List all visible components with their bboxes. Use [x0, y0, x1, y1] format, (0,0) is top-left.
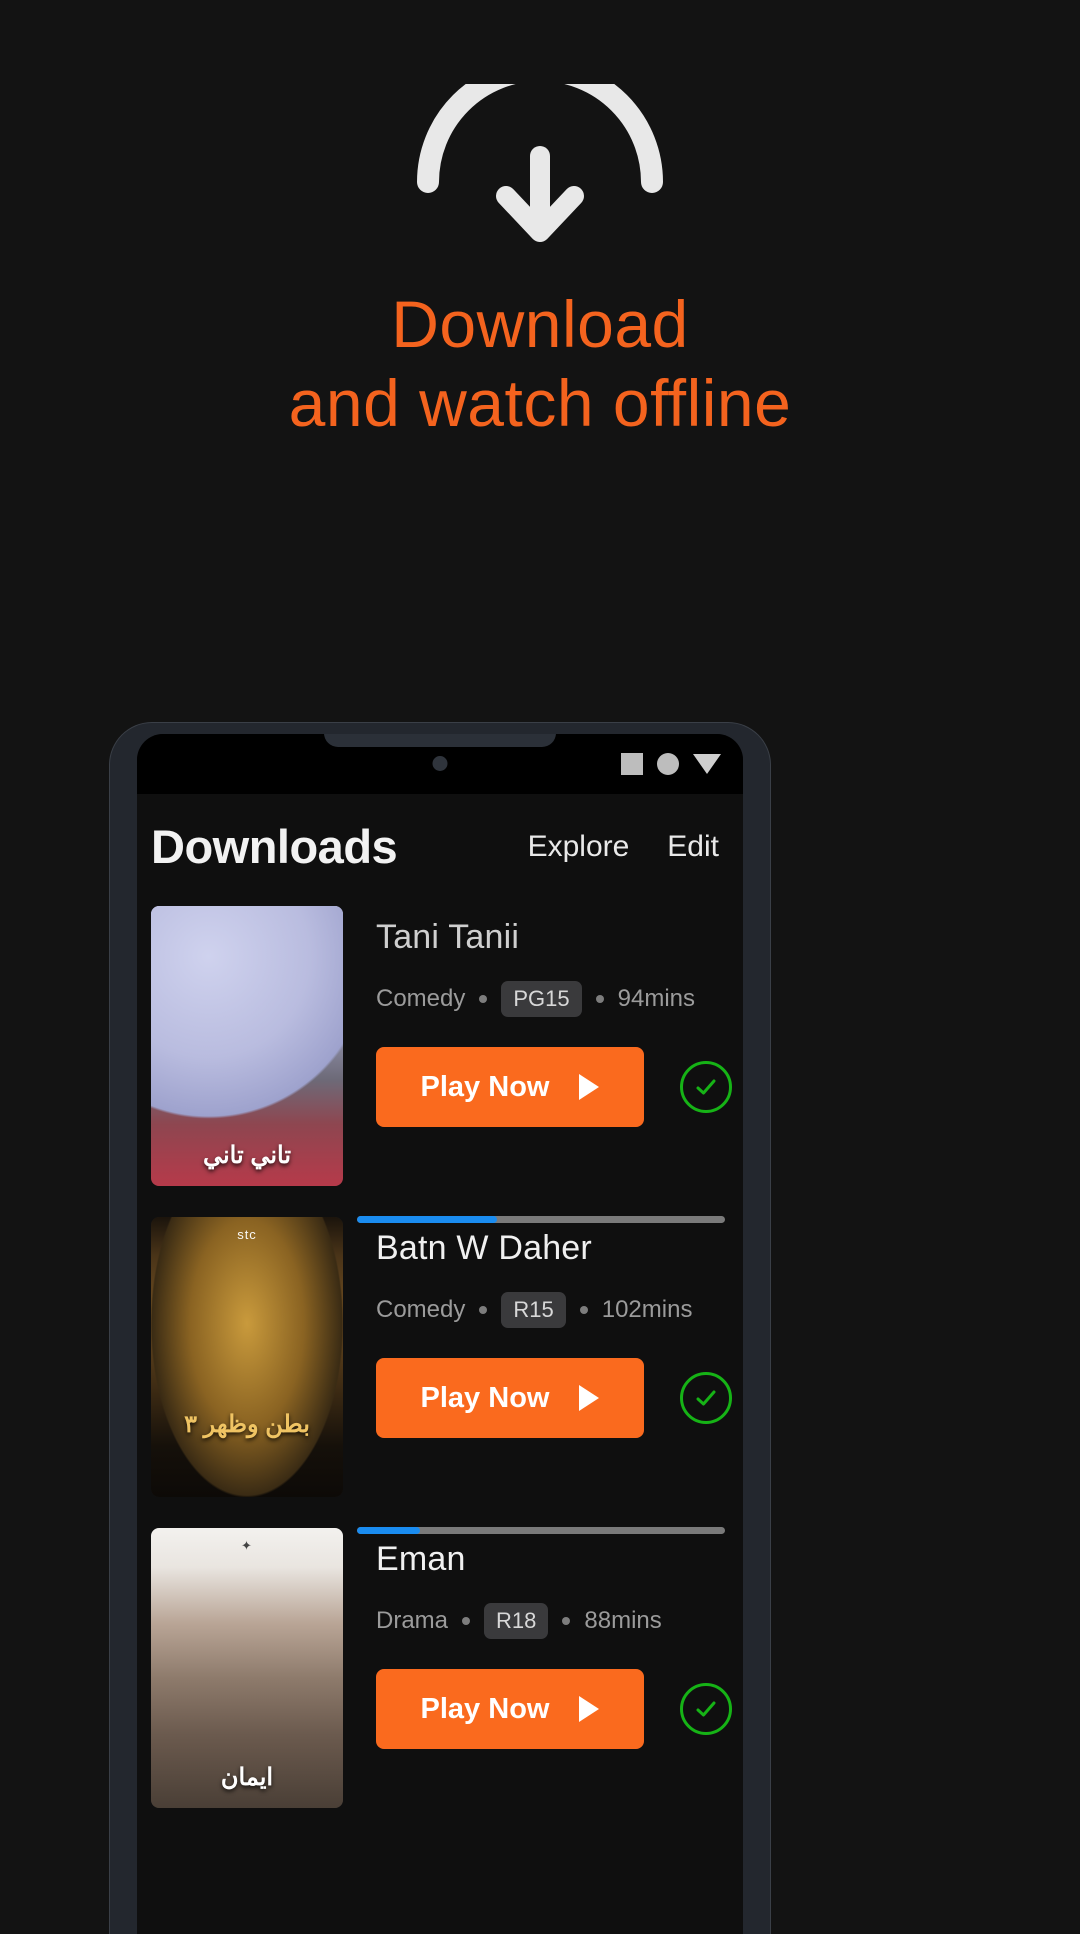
item-title: Tani Tanii	[376, 918, 520, 956]
list-item[interactable]: stc بطن وظهر ٣ Batn W Daher Comedy R15 1…	[137, 1205, 743, 1534]
headline-line-1: Download	[391, 287, 689, 361]
item-duration: 94mins	[617, 985, 696, 1012]
play-now-label: Play Now	[420, 1070, 550, 1103]
downloaded-check-icon	[680, 1683, 732, 1735]
poster-brand-mark: ✦	[241, 1538, 253, 1553]
promo-headline: Download and watch offline	[0, 285, 1080, 443]
circle-icon	[657, 753, 679, 775]
play-now-label: Play Now	[420, 1692, 550, 1725]
separator-dot-icon	[562, 1617, 571, 1625]
app-header: Downloads Explore Edit	[137, 794, 743, 899]
rating-badge: R15	[501, 1292, 566, 1328]
downloaded-check-icon	[680, 1061, 732, 1113]
poster-thumbnail[interactable]: stc بطن وظهر ٣	[151, 1217, 343, 1497]
rating-badge: R18	[484, 1603, 549, 1639]
separator-dot-icon	[479, 995, 488, 1003]
edit-button[interactable]: Edit	[667, 830, 719, 864]
item-actions: Play Now	[376, 1669, 732, 1749]
play-icon	[579, 1696, 600, 1722]
separator-dot-icon	[579, 1306, 588, 1314]
item-metadata: Comedy PG15 94mins	[376, 981, 732, 1017]
item-duration: 102mins	[601, 1296, 693, 1323]
downloaded-check-icon	[680, 1372, 732, 1424]
item-genre: Comedy	[376, 985, 466, 1012]
play-now-button[interactable]: Play Now	[376, 1047, 644, 1127]
play-icon	[579, 1385, 600, 1411]
poster-thumbnail[interactable]: ✦ ايمان	[151, 1528, 343, 1808]
square-icon	[621, 753, 643, 775]
headline-line-2: and watch offline	[288, 366, 792, 441]
separator-dot-icon	[479, 1306, 488, 1314]
phone-screen: Downloads Explore Edit تاني تاني Tani Ta…	[137, 734, 743, 1934]
poster-thumbnail[interactable]: تاني تاني	[151, 906, 343, 1186]
poster-title-overlay: ايمان	[220, 1764, 274, 1791]
front-camera-icon	[432, 756, 448, 771]
phone-mockup: Downloads Explore Edit تاني تاني Tani Ta…	[110, 723, 770, 1934]
poster-artwork	[151, 1217, 343, 1497]
triangle-down-icon	[693, 754, 721, 774]
item-genre: Drama	[376, 1607, 449, 1634]
item-title: Eman	[376, 1540, 466, 1578]
separator-dot-icon	[462, 1617, 471, 1625]
item-actions: Play Now	[376, 1047, 732, 1127]
poster-brand-mark: stc	[237, 1227, 257, 1242]
item-metadata: Comedy R15 102mins	[376, 1292, 732, 1328]
explore-button[interactable]: Explore	[528, 830, 630, 864]
list-item[interactable]: ✦ ايمان Eman Drama R18 88mins Play Now	[137, 1516, 743, 1827]
item-duration: 88mins	[584, 1607, 662, 1634]
notch-pill	[324, 734, 556, 747]
page-title: Downloads	[151, 820, 398, 873]
play-now-label: Play Now	[420, 1381, 550, 1414]
rating-badge: PG15	[501, 981, 582, 1017]
poster-title-overlay: تاني تاني	[202, 1142, 292, 1169]
downloads-list[interactable]: تاني تاني Tani Tanii Comedy PG15 94mins	[137, 894, 743, 1934]
item-title: Batn W Daher	[376, 1229, 592, 1267]
poster-title-overlay: بطن وظهر ٣	[184, 1411, 310, 1438]
item-actions: Play Now	[376, 1358, 732, 1438]
separator-dot-icon	[595, 995, 604, 1003]
status-bar	[137, 734, 743, 794]
item-metadata: Drama R18 88mins	[376, 1603, 732, 1639]
item-genre: Comedy	[376, 1296, 466, 1323]
list-item[interactable]: تاني تاني Tani Tanii Comedy PG15 94mins	[137, 894, 743, 1223]
play-icon	[579, 1074, 600, 1100]
promo-screenshot: Download and watch offline Downloads Exp…	[0, 0, 1080, 1934]
download-arrow-icon	[0, 84, 1080, 244]
play-now-button[interactable]: Play Now	[376, 1669, 644, 1749]
play-now-button[interactable]: Play Now	[376, 1358, 644, 1438]
